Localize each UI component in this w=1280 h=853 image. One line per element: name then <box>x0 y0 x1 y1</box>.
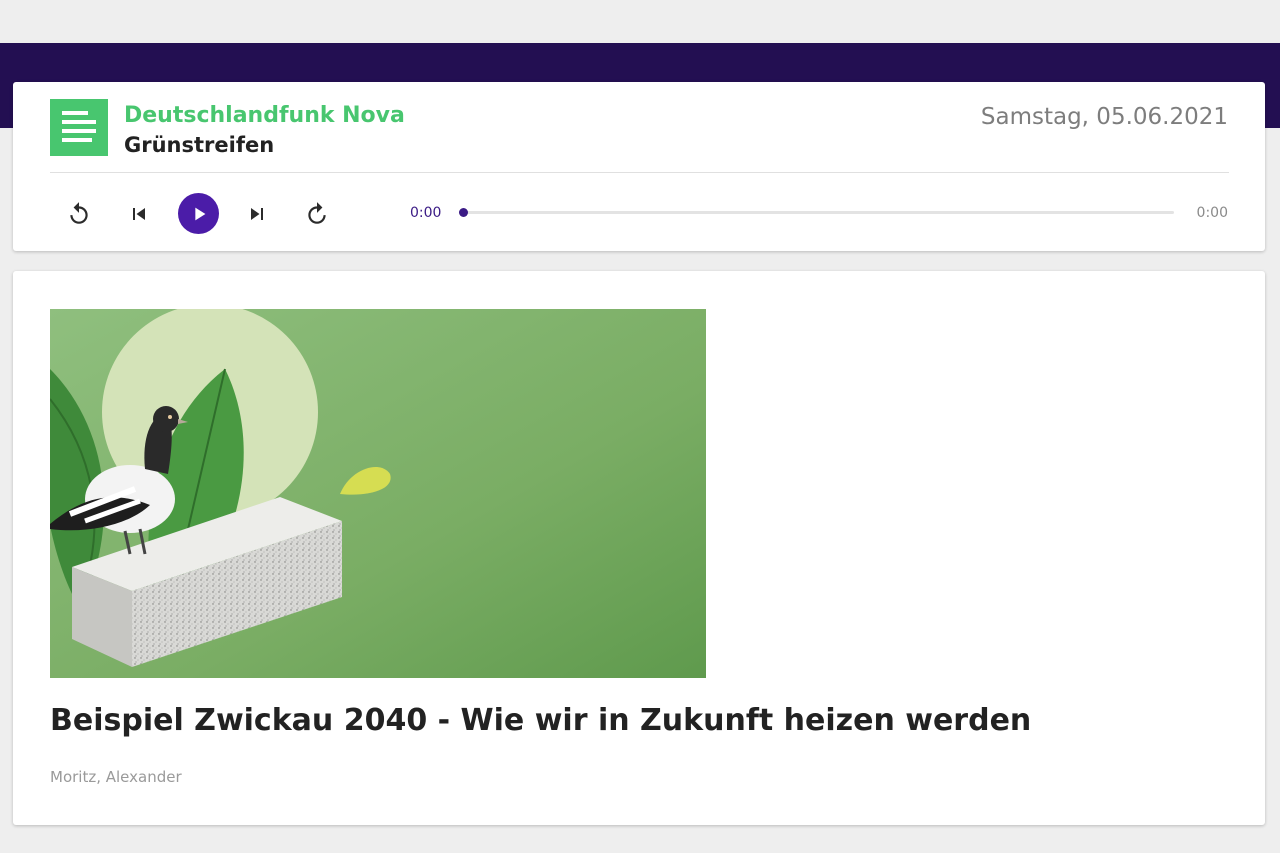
next-button[interactable] <box>241 198 273 230</box>
skip-previous-icon <box>133 208 145 220</box>
article-card[interactable]: Beispiel Zwickau 2040 - Wie wir in Zukun… <box>13 271 1265 825</box>
forward-icon <box>308 202 326 224</box>
skip-next-icon <box>251 208 263 220</box>
forward-button[interactable] <box>301 198 333 230</box>
progress-slider[interactable] <box>459 208 1174 217</box>
audio-player-card: Deutschlandfunk Nova Grünstreifen Samsta… <box>13 82 1265 251</box>
pigeon-on-stone-illustration <box>50 309 706 678</box>
article-author: Moritz, Alexander <box>50 768 182 786</box>
previous-button[interactable] <box>123 198 155 230</box>
article-title[interactable]: Beispiel Zwickau 2040 - Wie wir in Zukun… <box>50 703 1031 738</box>
replay-icon <box>70 202 88 224</box>
duration-time: 0:00 <box>1196 205 1228 221</box>
show-name[interactable]: Grünstreifen <box>124 133 274 157</box>
play-button[interactable] <box>178 193 219 234</box>
rewind-button[interactable] <box>63 198 95 230</box>
progress-handle[interactable] <box>459 208 468 217</box>
station-name[interactable]: Deutschlandfunk Nova <box>124 103 405 128</box>
article-image[interactable] <box>50 309 706 678</box>
station-logo-icon[interactable] <box>50 99 108 156</box>
player-divider <box>50 172 1229 173</box>
play-icon <box>194 207 205 220</box>
current-time: 0:00 <box>410 205 442 221</box>
broadcast-date: Samstag, 05.06.2021 <box>980 104 1228 130</box>
